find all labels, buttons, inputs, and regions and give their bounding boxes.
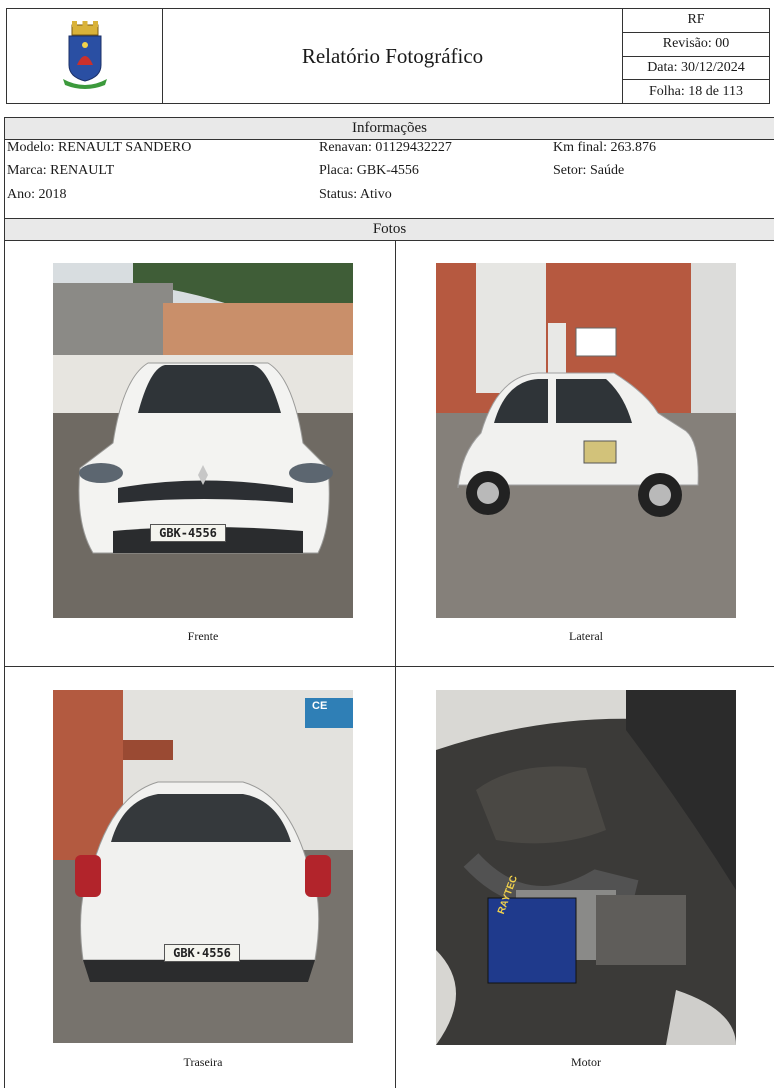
side-car-image (436, 263, 736, 618)
photo-grid-horizontal-divider (5, 666, 774, 667)
photo-grid-vertical-divider (395, 241, 396, 1088)
photo-front-caption: Frente (187, 629, 219, 643)
document-revision: Revisão: 00 (623, 33, 769, 57)
photo-front: GBK-4556 (53, 263, 353, 618)
photo-side-caption: Lateral (569, 629, 603, 643)
building-sign-text: CE (312, 700, 328, 712)
info-section-title: Informações (5, 118, 774, 140)
vehicle-model: Modelo: RENAULT SANDERO (7, 140, 192, 155)
vehicle-info-section: Informações Modelo: RENAULT SANDERO Marc… (4, 117, 774, 241)
vehicle-info-grid: Modelo: RENAULT SANDERO Marca: RENAULT A… (5, 140, 774, 219)
engine-bay-image (436, 690, 736, 1045)
vehicle-renavan: Renavan: 01129432227 (319, 140, 452, 155)
report-header: Relatório Fotográfico RF Revisão: 00 Dat… (6, 8, 770, 104)
photo-side (436, 263, 736, 618)
vehicle-sector: Setor: Saúde (553, 163, 625, 178)
photo-grid: GBK-4556 Frente Lateral GBK·4556 CE Tras… (4, 241, 774, 1088)
document-meta: RF Revisão: 00 Data: 30/12/2024 Folha: 1… (622, 9, 769, 103)
vehicle-year: Ano: 2018 (7, 187, 67, 202)
municipal-coat-of-arms-logo (62, 21, 107, 89)
front-license-plate: GBK-4556 (150, 524, 226, 542)
logo-cell (7, 9, 163, 103)
photo-engine-caption: Motor (571, 1055, 601, 1069)
report-title: Relatório Fotográfico (301, 43, 484, 68)
front-car-image (53, 263, 353, 618)
vehicle-status: Status: Ativo (319, 187, 392, 202)
vehicle-plate: Placa: GBK-4556 (319, 163, 419, 178)
document-date: Data: 30/12/2024 (623, 57, 769, 81)
document-sheet: Folha: 18 de 113 (649, 83, 743, 99)
rear-license-plate: GBK·4556 (164, 944, 240, 962)
vehicle-brand: Marca: RENAULT (7, 163, 115, 178)
photo-rear-caption: Traseira (183, 1055, 223, 1069)
document-code: RF (623, 9, 769, 33)
rear-car-image (53, 690, 353, 1043)
photo-engine: RAYTEC (436, 690, 736, 1045)
vehicle-final-km: Km final: 263.876 (553, 140, 657, 155)
photo-rear: GBK·4556 CE (53, 690, 353, 1043)
photos-section-title: Fotos (5, 219, 774, 240)
